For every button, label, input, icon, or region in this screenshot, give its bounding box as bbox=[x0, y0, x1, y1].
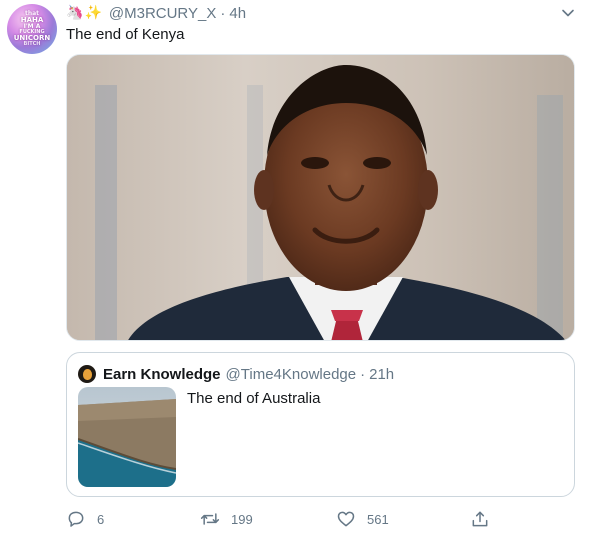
reply-count: 6 bbox=[97, 511, 105, 527]
tweet-actions: 6 199 561 bbox=[66, 508, 506, 530]
tweet-header: 🦄 ✨ @M3RCURY_X · 4h bbox=[66, 4, 246, 22]
separator-dot: · bbox=[360, 365, 366, 383]
retweet-count: 199 bbox=[231, 511, 253, 527]
tweet-photo[interactable] bbox=[66, 54, 575, 341]
avatar-text-line: FUCKING bbox=[19, 29, 45, 35]
tweet-text: The end of Kenya bbox=[66, 26, 185, 43]
retweet-icon bbox=[200, 513, 220, 525]
quoted-thumbnail[interactable] bbox=[78, 387, 176, 487]
like-count: 561 bbox=[367, 511, 389, 527]
portrait-image bbox=[67, 55, 574, 340]
quoted-header: Earn Knowledge @Time4Knowledge · 21h bbox=[103, 365, 394, 383]
quoted-tweet[interactable]: Earn Knowledge @Time4Knowledge · 21h The… bbox=[66, 352, 575, 497]
author-handle[interactable]: @M3RCURY_X bbox=[109, 5, 216, 22]
reply-button[interactable]: 6 bbox=[66, 508, 104, 530]
quoted-text: The end of Australia bbox=[187, 390, 321, 407]
share-button[interactable] bbox=[470, 508, 501, 530]
coastline-image bbox=[78, 387, 176, 487]
tweet-timestamp[interactable]: 4h bbox=[229, 5, 246, 22]
share-icon bbox=[472, 511, 488, 527]
quoted-author-handle[interactable]: @Time4Knowledge bbox=[226, 366, 357, 383]
chevron-down-icon[interactable] bbox=[561, 6, 575, 20]
avatar-text-line: that bbox=[24, 10, 40, 17]
avatar-text-line: BITCH bbox=[23, 41, 41, 47]
tweet[interactable]: that HAHA I'M A FUCKING UNICORN BITCH 🦄 … bbox=[0, 0, 597, 545]
sparkles-emoji: ✨ bbox=[84, 5, 102, 21]
unicorn-emoji: 🦄 bbox=[66, 5, 84, 21]
quoted-author-name[interactable]: Earn Knowledge bbox=[103, 366, 221, 383]
separator-dot: · bbox=[220, 4, 226, 22]
like-button[interactable]: 561 bbox=[336, 508, 389, 530]
avatar[interactable]: that HAHA I'M A FUCKING UNICORN BITCH bbox=[7, 4, 57, 54]
like-icon bbox=[337, 511, 355, 527]
quoted-timestamp[interactable]: 21h bbox=[369, 366, 394, 383]
reply-icon bbox=[68, 511, 84, 527]
retweet-button[interactable]: 199 bbox=[200, 508, 253, 530]
quoted-avatar[interactable] bbox=[78, 365, 96, 383]
